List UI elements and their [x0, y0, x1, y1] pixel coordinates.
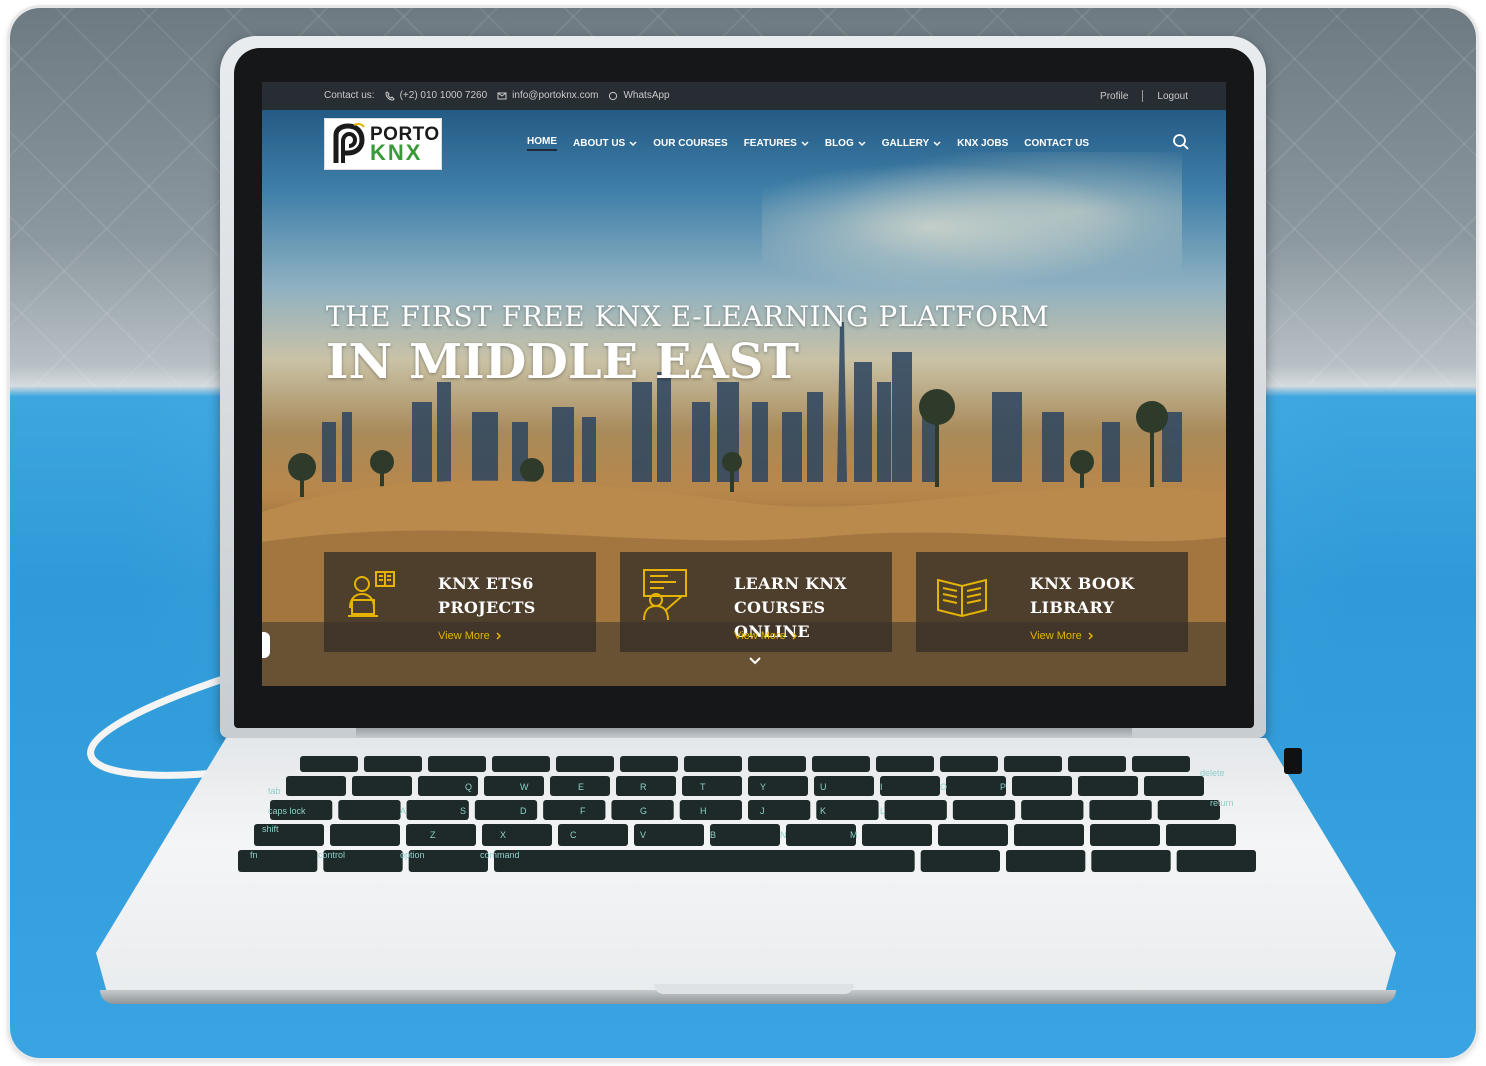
keyboard-key-label: I: [880, 782, 883, 792]
keyboard-key: [492, 756, 550, 772]
keyboard-key-label: Q: [465, 782, 472, 792]
keyboard-key-label: fn: [250, 850, 258, 860]
keyboard-key: [1004, 756, 1062, 772]
keyboard-key-label: W: [520, 782, 529, 792]
keyboard-key: [482, 824, 552, 846]
keyboard-key: [938, 824, 1008, 846]
keyboard-key-label: T: [700, 782, 706, 792]
keyboard-key-label: F: [580, 806, 586, 816]
keyboard-key-label: delete: [1200, 768, 1225, 778]
keyboard-key-label: caps lock: [268, 806, 306, 816]
keyboard-key-label: O: [940, 782, 947, 792]
keyboard-key: [940, 756, 998, 772]
keyboard-key: [1068, 756, 1126, 772]
keyboard-key: [1176, 850, 1256, 872]
keyboard-key: [812, 756, 870, 772]
keyboard-key-label: shift: [262, 824, 279, 834]
keyboard-key-label: U: [820, 782, 827, 792]
keyboard-key: [338, 800, 401, 820]
keyboard-key-label: K: [820, 806, 826, 816]
keyboard-key: [748, 800, 811, 820]
keyboard-key-label: N: [780, 830, 787, 840]
keyboard-key-label: E: [578, 782, 584, 792]
keyboard-key-label: S: [460, 806, 466, 816]
keyboard-key: [1132, 756, 1190, 772]
keyboard-key-label: H: [700, 806, 707, 816]
keyboard-key: [1166, 824, 1236, 846]
keyboard-key-label: X: [500, 830, 506, 840]
keyboard-key: [484, 776, 544, 796]
keyboard-key-label: D: [520, 806, 527, 816]
keyboard-key-label: B: [710, 830, 716, 840]
keyboard-key-label: Y: [760, 782, 766, 792]
keyboard-key: [352, 776, 412, 796]
keyboard-key: [682, 776, 742, 796]
keyboard-key-label: C: [570, 830, 577, 840]
keyboard-key: [330, 824, 400, 846]
keyboard-key: [556, 756, 614, 772]
keyboard-key: [1021, 800, 1084, 820]
keyboard-key-label: option: [400, 850, 425, 860]
keyboard-key: [946, 776, 1006, 796]
keyboard-key: [1014, 824, 1084, 846]
keyboard-key: [786, 824, 856, 846]
keyboard-key: [1090, 824, 1160, 846]
keyboard-key-label: tab: [268, 786, 281, 796]
keyboard-key: [406, 824, 476, 846]
keyboard-key: [474, 800, 538, 820]
keyboard-key: [1006, 850, 1086, 872]
keyboard-key: [862, 824, 932, 846]
keyboard-key-label: L: [880, 806, 885, 816]
keyboard-key-label: return: [1210, 798, 1234, 808]
keyboard-key: [710, 824, 780, 846]
keyboard-key: [1078, 776, 1138, 796]
spacebar-key: [540, 850, 880, 872]
keyboard-key: [679, 800, 742, 820]
keyboard-key-label: A: [400, 806, 406, 816]
laptop-keyboard: tab caps lock shift fn control option command d…: [238, 756, 1256, 872]
keyboard-key: [543, 800, 606, 820]
keyboard-key: [1012, 776, 1072, 796]
keyboard-key: [364, 756, 422, 772]
keyboard-key-label: command: [480, 850, 520, 860]
keyboard-key-label: M: [850, 830, 858, 840]
keyboard-key: [620, 756, 678, 772]
keyboard-key: [558, 824, 628, 846]
keyboard-key: [748, 756, 806, 772]
keyboard-key: [748, 776, 808, 796]
keyboard-key-label: Z: [430, 830, 436, 840]
keyboard-key-label: control: [318, 850, 345, 860]
keyboard-key: [1089, 800, 1152, 820]
keyboard-key: [884, 800, 947, 820]
keyboard-key-label: G: [640, 806, 647, 816]
keyboard-key: [300, 756, 358, 772]
keyboard-key: [880, 776, 940, 796]
keyboard-key-label: P: [1000, 782, 1006, 792]
keyboard-key-label: J: [760, 806, 765, 816]
keyboard-key-label: V: [640, 830, 646, 840]
keyboard-key: [428, 756, 486, 772]
keyboard-key: [286, 776, 346, 796]
keyboard-key-label: R: [640, 782, 647, 792]
keyboard-key: [1091, 850, 1171, 872]
keyboard-key: [876, 756, 934, 772]
keyboard-key: [920, 850, 1000, 872]
keyboard-key: [684, 756, 742, 772]
keyboard-key: [1144, 776, 1204, 796]
keyboard-key: [952, 800, 1016, 820]
